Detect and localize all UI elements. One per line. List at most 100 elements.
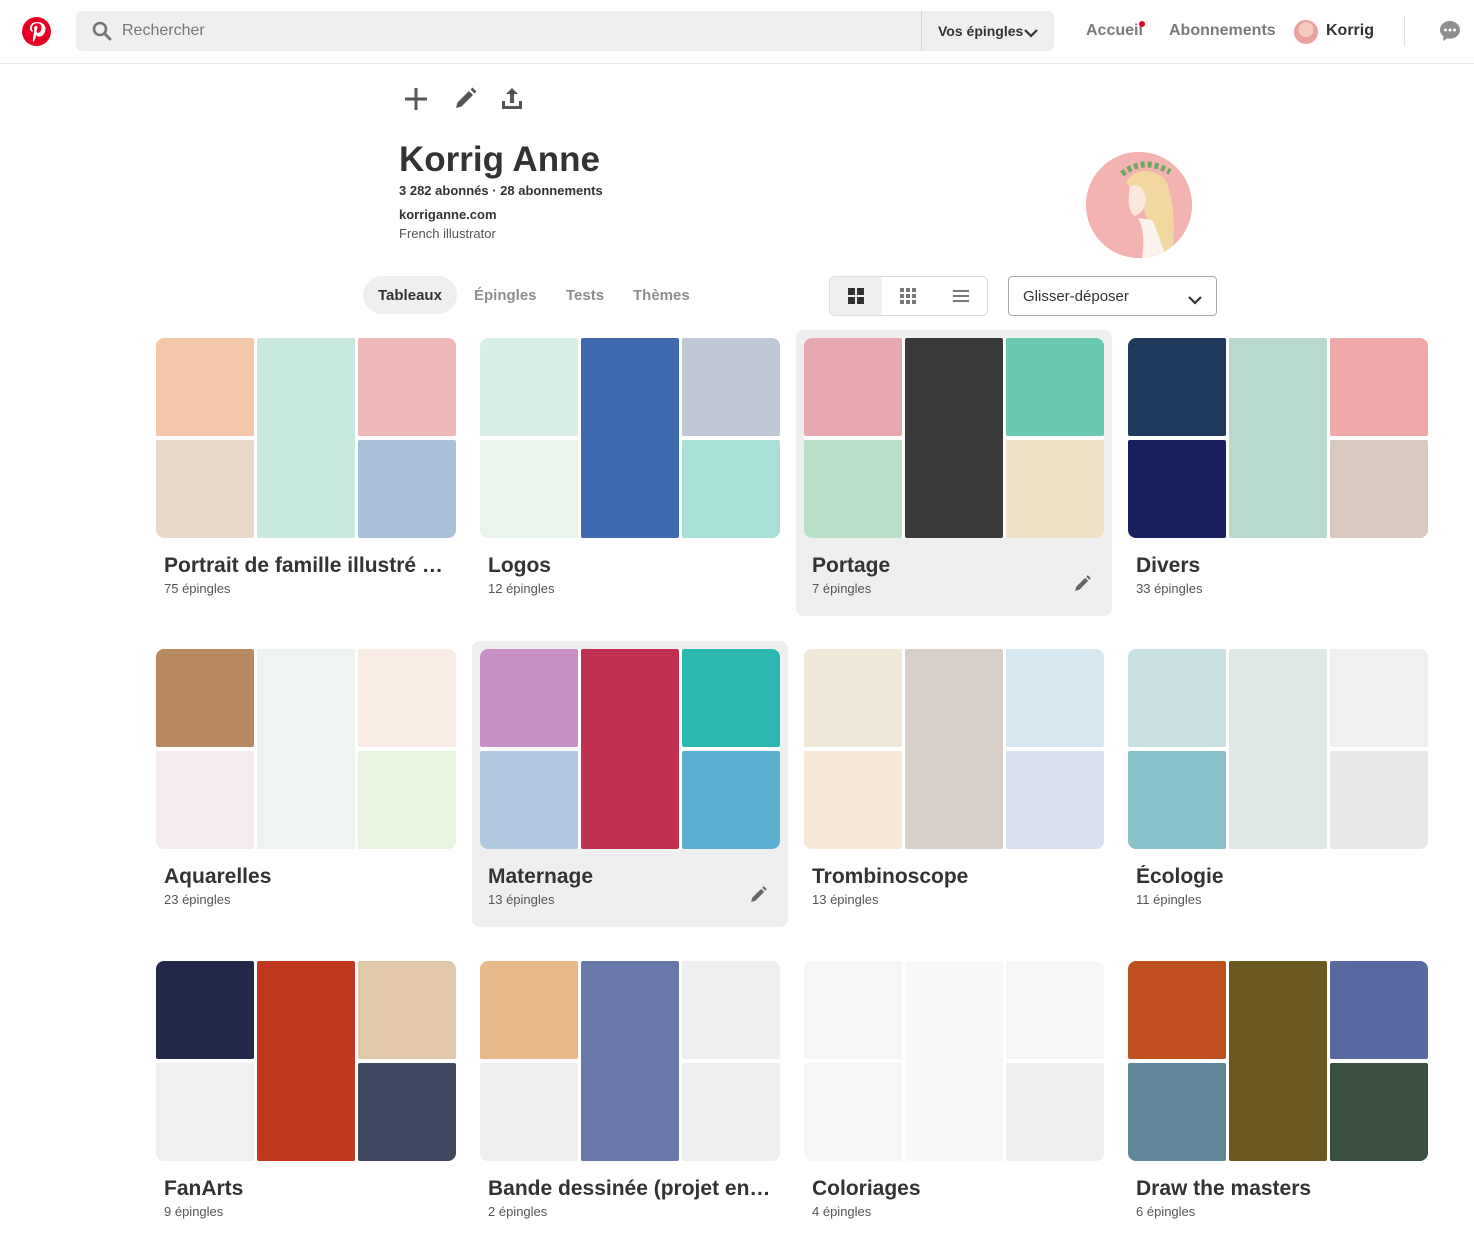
- board-cover-collage: [156, 961, 456, 1161]
- board-card[interactable]: Aquarelles 23 épingles: [148, 641, 464, 927]
- board-cover-image: [1006, 751, 1104, 849]
- board-pin-count: 2 épingles: [488, 1204, 548, 1219]
- board-cover-image: [682, 440, 780, 538]
- board-title: FanArts: [164, 1177, 244, 1200]
- board-cover-image: [480, 961, 578, 1059]
- board-card[interactable]: Coloriages 4 épingles: [796, 953, 1112, 1239]
- board-cover-image: [480, 751, 578, 849]
- profile-stats[interactable]: 3 282 abonnés · 28 abonnements: [399, 183, 603, 198]
- board-cover-image: [480, 1063, 578, 1161]
- board-pin-count: 13 épingles: [812, 892, 879, 907]
- board-cover-image: [156, 649, 254, 747]
- board-cover-collage: [480, 961, 780, 1161]
- messages-icon[interactable]: [1438, 19, 1462, 48]
- board-title: Portrait de famille illustré e...: [164, 554, 448, 577]
- board-pin-count: 13 épingles: [488, 892, 555, 907]
- board-pin-count: 33 épingles: [1136, 581, 1203, 596]
- board-card[interactable]: Bande dessinée (projet en c... 2 épingles: [472, 953, 788, 1239]
- board-cover-image: [1229, 961, 1327, 1161]
- board-cover-collage: [1128, 961, 1428, 1161]
- board-cover-collage: [1128, 338, 1428, 538]
- board-card[interactable]: Logos 12 épingles: [472, 330, 788, 616]
- edit-pencil-icon[interactable]: [452, 86, 478, 117]
- board-cover-image: [156, 961, 254, 1059]
- board-card[interactable]: Portage 7 épingles: [796, 330, 1112, 616]
- board-cover-image: [905, 649, 1003, 849]
- board-cover-image: [1330, 338, 1428, 436]
- board-cover-image: [257, 961, 355, 1161]
- board-cover-image: [480, 440, 578, 538]
- board-cover-image: [682, 1063, 780, 1161]
- board-pin-count: 23 épingles: [164, 892, 231, 907]
- search-scope-dropdown[interactable]: Vos épingles: [921, 11, 1054, 51]
- grid-small-icon: [900, 288, 917, 304]
- board-cover-image: [156, 338, 254, 436]
- board-cover-image: [358, 649, 456, 747]
- sort-dropdown-value: Glisser-déposer: [1023, 287, 1129, 305]
- board-card[interactable]: Maternage 13 épingles: [472, 641, 788, 927]
- board-pin-count: 12 épingles: [488, 581, 555, 596]
- user-avatar[interactable]: [1294, 20, 1318, 44]
- board-cover-image: [804, 1063, 902, 1161]
- board-card[interactable]: Écologie 11 épingles: [1120, 641, 1436, 927]
- board-cover-image: [804, 649, 902, 747]
- nav-home-link[interactable]: Accueil: [1086, 22, 1143, 40]
- board-cover-image: [804, 338, 902, 436]
- chevron-down-icon: [1024, 25, 1038, 41]
- profile-website-link[interactable]: korriganne.com: [399, 207, 497, 222]
- board-cover-image: [905, 961, 1003, 1161]
- board-pin-count: 75 épingles: [164, 581, 231, 596]
- board-title: Portage: [812, 554, 891, 577]
- board-cover-image: [581, 961, 679, 1161]
- board-card[interactable]: Trombinoscope 13 épingles: [796, 641, 1112, 927]
- board-cover-image: [1330, 961, 1428, 1059]
- chevron-down-icon: [1188, 292, 1202, 309]
- board-cover-image: [581, 649, 679, 849]
- search-input[interactable]: [122, 11, 962, 51]
- board-cover-image: [1330, 751, 1428, 849]
- tab-pins[interactable]: Épingles: [459, 276, 552, 314]
- board-cover-image: [1128, 1063, 1226, 1161]
- board-cover-image: [1128, 961, 1226, 1059]
- tab-topics[interactable]: Thèmes: [618, 276, 705, 314]
- profile-avatar[interactable]: [1086, 152, 1192, 258]
- board-edit-pencil-icon[interactable]: [748, 885, 768, 910]
- grid-large-view-button[interactable]: [830, 277, 883, 315]
- board-cover-image: [682, 649, 780, 747]
- board-cover-image: [257, 649, 355, 849]
- notification-dot: [1139, 21, 1145, 27]
- board-title: Draw the masters: [1136, 1177, 1312, 1200]
- board-card[interactable]: Portrait de famille illustré e... 75 épin…: [148, 330, 464, 616]
- board-edit-pencil-icon[interactable]: [1072, 574, 1092, 599]
- board-cover-image: [257, 338, 355, 538]
- board-cover-image: [1128, 649, 1226, 747]
- board-cover-image: [1006, 440, 1104, 538]
- board-title: Divers: [1136, 554, 1201, 577]
- tab-boards[interactable]: Tableaux: [363, 276, 457, 314]
- board-card[interactable]: Divers 33 épingles: [1120, 330, 1436, 616]
- share-upload-icon[interactable]: [499, 86, 525, 117]
- board-title: Logos: [488, 554, 551, 577]
- view-toggle: [829, 276, 988, 316]
- sort-dropdown[interactable]: Glisser-déposer: [1008, 276, 1217, 316]
- board-title: Coloriages: [812, 1177, 921, 1200]
- board-title: Écologie: [1136, 865, 1224, 888]
- board-cover-collage: [480, 338, 780, 538]
- board-pin-count: 4 épingles: [812, 1204, 872, 1219]
- board-title: Maternage: [488, 865, 594, 888]
- board-pin-count: 11 épingles: [1136, 892, 1202, 907]
- board-card[interactable]: FanArts 9 épingles: [148, 953, 464, 1239]
- add-icon[interactable]: [403, 86, 429, 117]
- grid-small-view-button[interactable]: [882, 277, 934, 315]
- search-bar[interactable]: Vos épingles: [76, 11, 1054, 51]
- user-name-link[interactable]: Korrig: [1326, 22, 1374, 40]
- board-cover-image: [358, 961, 456, 1059]
- board-title: Aquarelles: [164, 865, 272, 888]
- nav-following-link[interactable]: Abonnements: [1169, 22, 1276, 40]
- list-view-button[interactable]: [935, 277, 987, 315]
- tab-tests[interactable]: Tests: [551, 276, 619, 314]
- board-cover-image: [581, 338, 679, 538]
- board-card[interactable]: Draw the masters 6 épingles: [1120, 953, 1436, 1239]
- board-cover-image: [1006, 649, 1104, 747]
- pinterest-logo-icon[interactable]: [22, 17, 51, 46]
